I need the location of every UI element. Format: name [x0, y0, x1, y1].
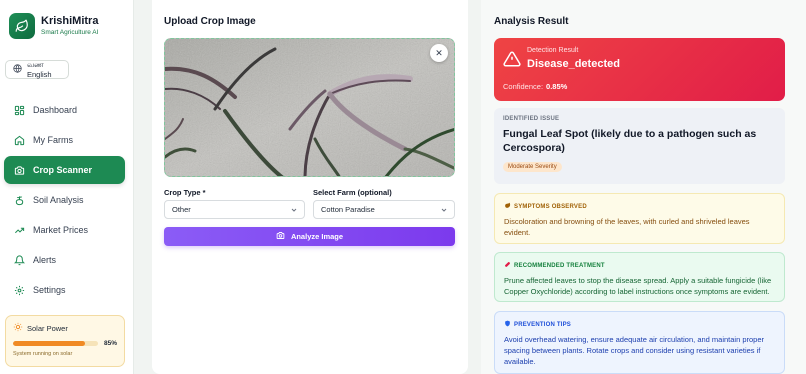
dashboard-icon: [13, 104, 25, 116]
confidence-label: Confidence:: [503, 82, 544, 91]
sidebar-item-alerts[interactable]: Alerts: [4, 246, 125, 274]
sidebar-item-label: Alerts: [33, 255, 57, 265]
shield-icon: [504, 320, 511, 329]
chevron-down-icon: [440, 206, 448, 216]
close-image-button[interactable]: ✕: [430, 44, 448, 62]
sidebar-item-label: Crop Scanner: [33, 165, 93, 175]
farm-value: Cotton Paradise: [321, 205, 375, 214]
soil-icon: [13, 194, 25, 206]
sidebar-nav: Dashboard My Farms Crop Scanner Soil Ana…: [4, 96, 125, 306]
identified-issue-card: IDENTIFIED ISSUE Fungal Leaf Spot (likel…: [494, 108, 785, 184]
symptoms-card: SYMPTOMS OBSERVED Discoloration and brow…: [494, 193, 785, 244]
sidebar-item-dashboard[interactable]: Dashboard: [4, 96, 125, 124]
solar-power-card: Solar Power 85% System running on solar: [5, 315, 125, 367]
crop-type-label: Crop Type *: [164, 188, 206, 197]
sidebar-item-label: Settings: [33, 285, 66, 295]
detection-value: Disease_detected: [527, 58, 620, 70]
solar-percent: 85%: [103, 340, 117, 347]
brand[interactable]: KrishiMitra Smart Agriculture AI: [9, 13, 98, 39]
sidebar-item-label: My Farms: [33, 135, 73, 145]
upload-title: Upload Crop Image: [164, 16, 256, 27]
language-label: வண English: [27, 60, 52, 79]
gear-icon: [13, 284, 25, 296]
symptoms-text: Discoloration and browning of the leaves…: [504, 217, 750, 237]
crop-type-select[interactable]: Other: [164, 200, 305, 219]
sidebar-item-my-farms[interactable]: My Farms: [4, 126, 125, 154]
sidebar-item-soil-analysis[interactable]: Soil Analysis: [4, 186, 125, 214]
brand-subtitle: Smart Agriculture AI: [41, 29, 99, 36]
prevention-text: Avoid overhead watering, ensure adequate…: [504, 335, 765, 366]
solar-progress-fill: [13, 341, 86, 346]
chevron-down-icon: [290, 206, 298, 216]
prevention-card: PREVENTION TIPS Avoid overhead watering,…: [494, 311, 785, 374]
sidebar-item-settings[interactable]: Settings: [4, 276, 125, 304]
sidebar-item-label: Soil Analysis: [33, 195, 84, 205]
analyze-label: Analyze Image: [290, 232, 344, 241]
language-button[interactable]: வண English: [5, 60, 69, 79]
camera-icon: [276, 231, 285, 242]
treatment-card: RECOMMENDED TREATMENT Prune affected lea…: [494, 252, 785, 302]
sidebar-item-label: Market Prices: [33, 225, 89, 235]
crop-type-value: Other: [172, 205, 191, 214]
farm-label: Select Farm (optional): [313, 188, 392, 197]
issue-header: IDENTIFIED ISSUE: [503, 116, 560, 122]
severity-badge: Moderate Severity: [503, 162, 562, 172]
analyze-image-button[interactable]: Analyze Image: [164, 227, 455, 246]
detection-label: Detection Result: [527, 47, 579, 54]
globe-icon: [13, 64, 22, 75]
leaf-icon: [9, 13, 35, 39]
leaf-icon: [504, 202, 511, 211]
solar-status: System running on solar: [13, 351, 73, 357]
issue-title: Fungal Leaf Spot (likely due to a pathog…: [503, 128, 757, 154]
confidence-row: Confidence: 0.85%: [503, 82, 567, 91]
solar-title: Solar Power: [27, 323, 68, 333]
home-icon: [13, 134, 25, 146]
prevention-header: PREVENTION TIPS: [514, 321, 572, 328]
warning-icon: [503, 50, 521, 73]
sidebar-item-market-prices[interactable]: Market Prices: [4, 216, 125, 244]
trend-icon: [13, 224, 25, 236]
treatment-header: RECOMMENDED TREATMENT: [514, 262, 605, 269]
close-icon: ✕: [435, 47, 443, 58]
symptoms-header: SYMPTOMS OBSERVED: [514, 203, 587, 210]
brand-name: KrishiMitra: [41, 15, 99, 27]
sidebar: KrishiMitra Smart Agriculture AI வண Engl…: [0, 0, 134, 374]
sidebar-item-crop-scanner[interactable]: Crop Scanner: [4, 156, 125, 184]
confidence-value: 0.85%: [546, 82, 568, 91]
sidebar-item-label: Dashboard: [33, 105, 78, 115]
pill-icon: [504, 261, 511, 270]
farm-select[interactable]: Cotton Paradise: [313, 200, 455, 219]
result-title: Analysis Result: [494, 16, 569, 27]
sun-icon: [13, 322, 23, 334]
treatment-text: Prune affected leaves to stop the diseas…: [504, 276, 772, 296]
detection-card: Detection Result Disease_detected Confid…: [494, 38, 785, 101]
camera-icon: [13, 164, 25, 176]
uploaded-crop-image[interactable]: [164, 38, 455, 177]
solar-progress-bar: [13, 341, 98, 346]
bell-icon: [13, 254, 25, 266]
